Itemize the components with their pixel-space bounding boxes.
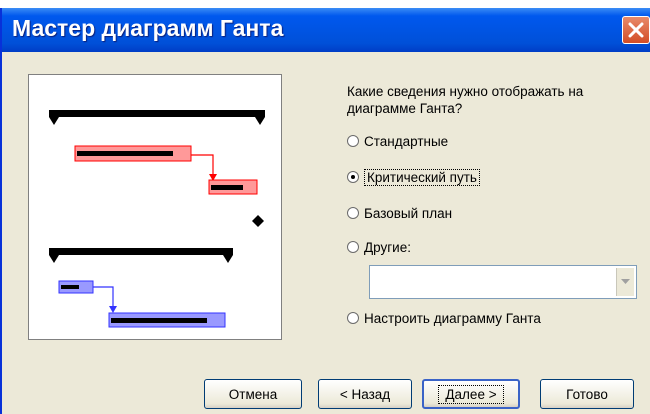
critical-task-bar: [208, 179, 258, 195]
radio-critical-path[interactable]: [347, 171, 359, 183]
option-standard[interactable]: Стандартные: [347, 132, 448, 150]
gantt-wizard-dialog: Мастер диаграмм Ганта Какие сведения нуж…: [0, 8, 650, 414]
next-button-label: Далее >: [438, 384, 504, 404]
task-bar: [58, 280, 94, 294]
back-button[interactable]: < Назад: [318, 379, 412, 409]
option-customize[interactable]: Настроить диаграмму Ганта: [347, 309, 541, 327]
task-bar: [108, 312, 226, 328]
finish-button[interactable]: Готово: [540, 379, 634, 409]
close-button[interactable]: [622, 16, 650, 44]
radio-standard[interactable]: [347, 135, 359, 147]
question-text: Какие сведения нужно отображать на диагр…: [347, 84, 584, 116]
other-format-combobox[interactable]: [369, 265, 637, 299]
option-critical-path[interactable]: Критический путь: [347, 168, 480, 186]
dependency-arrow: [93, 286, 117, 313]
option-baseline[interactable]: Базовый план: [347, 204, 452, 222]
close-icon: [628, 22, 644, 38]
chevron-down-icon: [621, 279, 630, 284]
dependency-arrow: [191, 154, 217, 181]
radio-other[interactable]: [347, 241, 359, 253]
next-button[interactable]: Далее >: [422, 379, 520, 409]
back-button-label: < Назад: [339, 386, 391, 402]
option-other-label[interactable]: Другие:: [364, 240, 411, 255]
option-customize-label[interactable]: Настроить диаграмму Ганта: [364, 311, 541, 326]
option-standard-label[interactable]: Стандартные: [364, 134, 448, 149]
title-bar[interactable]: Мастер диаграмм Ганта: [2, 8, 650, 52]
option-critical-path-label[interactable]: Критический путь: [364, 168, 480, 186]
option-baseline-label[interactable]: Базовый план: [364, 206, 452, 221]
option-other[interactable]: Другие:: [347, 238, 411, 256]
finish-button-label: Готово: [566, 386, 608, 402]
gantt-preview-graphic: [49, 110, 265, 328]
window-title: Мастер диаграмм Ганта: [12, 15, 284, 41]
radio-customize[interactable]: [347, 312, 359, 324]
milestone-diamond: [252, 215, 264, 227]
gantt-preview: [28, 74, 282, 340]
summary-bar: [49, 248, 233, 263]
radio-baseline[interactable]: [347, 207, 359, 219]
combobox-dropdown-button[interactable]: [616, 268, 634, 296]
cancel-button-label: Отмена: [228, 386, 278, 402]
critical-task-bar: [74, 145, 192, 162]
cancel-button[interactable]: Отмена: [204, 379, 302, 409]
summary-bar: [49, 110, 265, 125]
